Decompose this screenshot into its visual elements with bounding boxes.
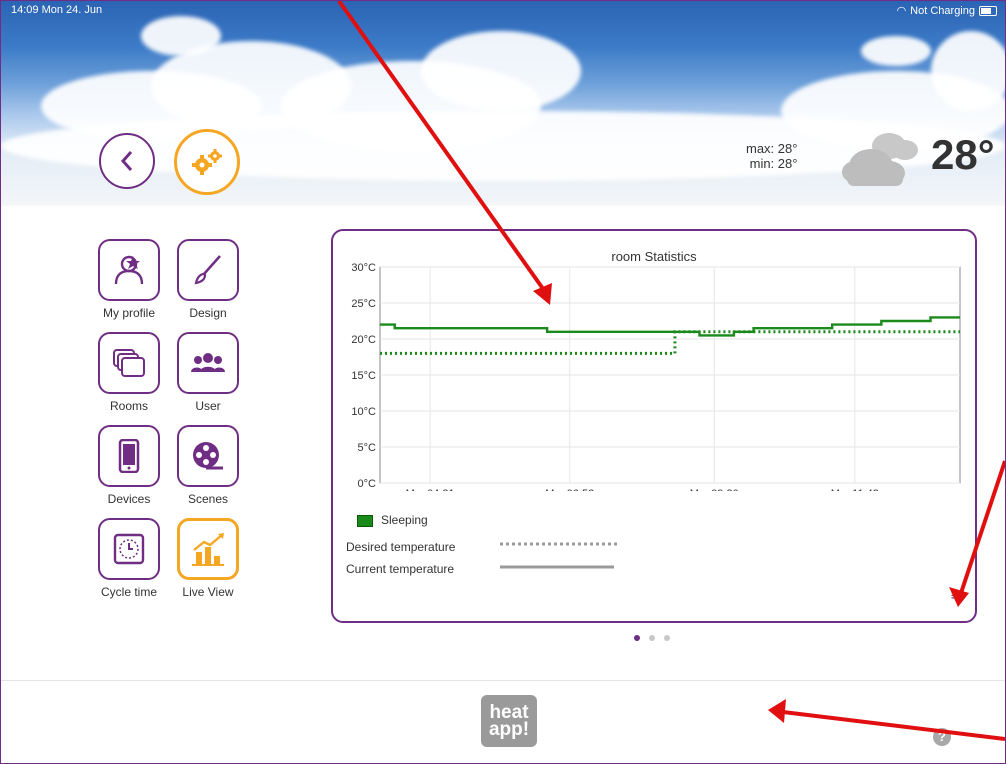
menu-label: Scenes: [187, 492, 229, 506]
menu-tile-design[interactable]: [177, 239, 239, 301]
x-tick-label: Mo. 11:43: [831, 488, 879, 491]
desired-legend-line: [500, 542, 618, 546]
weather-min: min: 28°: [749, 156, 798, 171]
status-time: 14:09 Mon 24. Jun: [11, 4, 103, 16]
menu-tile-devices[interactable]: [98, 425, 160, 487]
rooms-icon: [112, 348, 146, 378]
page-dot[interactable]: [634, 635, 640, 641]
x-tick-label: Mo. 06:53: [545, 488, 594, 491]
y-tick-label: 10°C: [351, 406, 376, 418]
menu-tile-user[interactable]: [177, 332, 239, 394]
cloud-icon: [841, 126, 923, 193]
chevron-left-icon: [120, 151, 133, 171]
clock-icon: [112, 532, 146, 566]
app-frame: 14:09 Mon 24. Jun ◠ Not Charging max: 28…: [0, 0, 1006, 764]
menu-tile-rooms[interactable]: [98, 332, 160, 394]
battery-status: Not Charging: [910, 4, 975, 17]
weather-minmax: max: 28° min: 28°: [746, 141, 797, 171]
menu-label: User: [195, 399, 221, 413]
weather-max: max: 28°: [746, 141, 798, 156]
menu-tile-cycle-time[interactable]: [98, 518, 160, 580]
menu-label: Devices: [107, 492, 151, 506]
chart-menu-icon[interactable]: ≡: [951, 587, 959, 603]
y-tick-label: 5°C: [358, 442, 377, 454]
menu-label: My profile: [102, 306, 155, 320]
footer-divider: [1, 680, 1005, 681]
menu-label: Design: [189, 306, 227, 320]
x-tick-label: Mo. 04:31: [406, 488, 455, 491]
page-indicator: [634, 635, 670, 641]
current-legend-line: [500, 565, 614, 569]
battery-icon: [979, 5, 997, 16]
page-dot[interactable]: [664, 635, 670, 641]
logo-line-2: app!: [488, 719, 530, 740]
menu-tile-scenes[interactable]: [177, 425, 239, 487]
menu-label: Cycle time: [100, 585, 157, 599]
chart-icon: [190, 532, 226, 566]
wifi-icon: ◠: [896, 5, 907, 17]
profile-star-icon: [112, 254, 146, 286]
phone-icon: [118, 439, 140, 473]
desired-legend-label: Desired temperature: [346, 540, 456, 554]
y-tick-label: 25°C: [351, 298, 376, 310]
sleeping-legend-label: Sleeping: [381, 513, 428, 527]
status-bar: 14:09 Mon 24. Jun ◠ Not Charging: [1, 1, 1005, 19]
status-right: ◠ Not Charging: [897, 4, 997, 17]
statistics-card: room Statistics 30°C 25°C 20°C 15°C 10°C 5°C 0…: [331, 229, 977, 623]
menu-label: Rooms: [109, 399, 148, 413]
y-tick-label: 0°C: [358, 478, 377, 490]
weather-temperature: 28°: [931, 131, 995, 178]
menu-label: Live View: [182, 585, 234, 599]
gears-icon: [192, 149, 222, 175]
menu-tile-live-view[interactable]: [177, 518, 239, 580]
current-legend-label: Current temperature: [346, 562, 455, 576]
back-button[interactable]: [99, 133, 155, 189]
page-dot[interactable]: [649, 635, 655, 641]
help-icon[interactable]: ?: [933, 728, 951, 746]
users-icon: [191, 352, 225, 374]
brush-icon: [192, 254, 224, 286]
y-tick-label: 15°C: [351, 370, 376, 382]
x-tick-label: Mo. 09:20: [690, 488, 739, 491]
y-tick-label: 30°C: [351, 262, 376, 274]
menu-tile-my-profile[interactable]: [98, 239, 160, 301]
film-reel-icon: [191, 440, 225, 472]
settings-button[interactable]: [174, 129, 240, 195]
temperature-chart: 30°C 25°C 20°C 15°C 10°C 5°C 0°C Mo. 04:31 Mo. 0…: [351, 262, 961, 491]
y-tick-label: 20°C: [351, 334, 376, 346]
sleeping-legend-swatch: [357, 515, 373, 527]
heatapp-logo: heat app!: [481, 695, 537, 747]
